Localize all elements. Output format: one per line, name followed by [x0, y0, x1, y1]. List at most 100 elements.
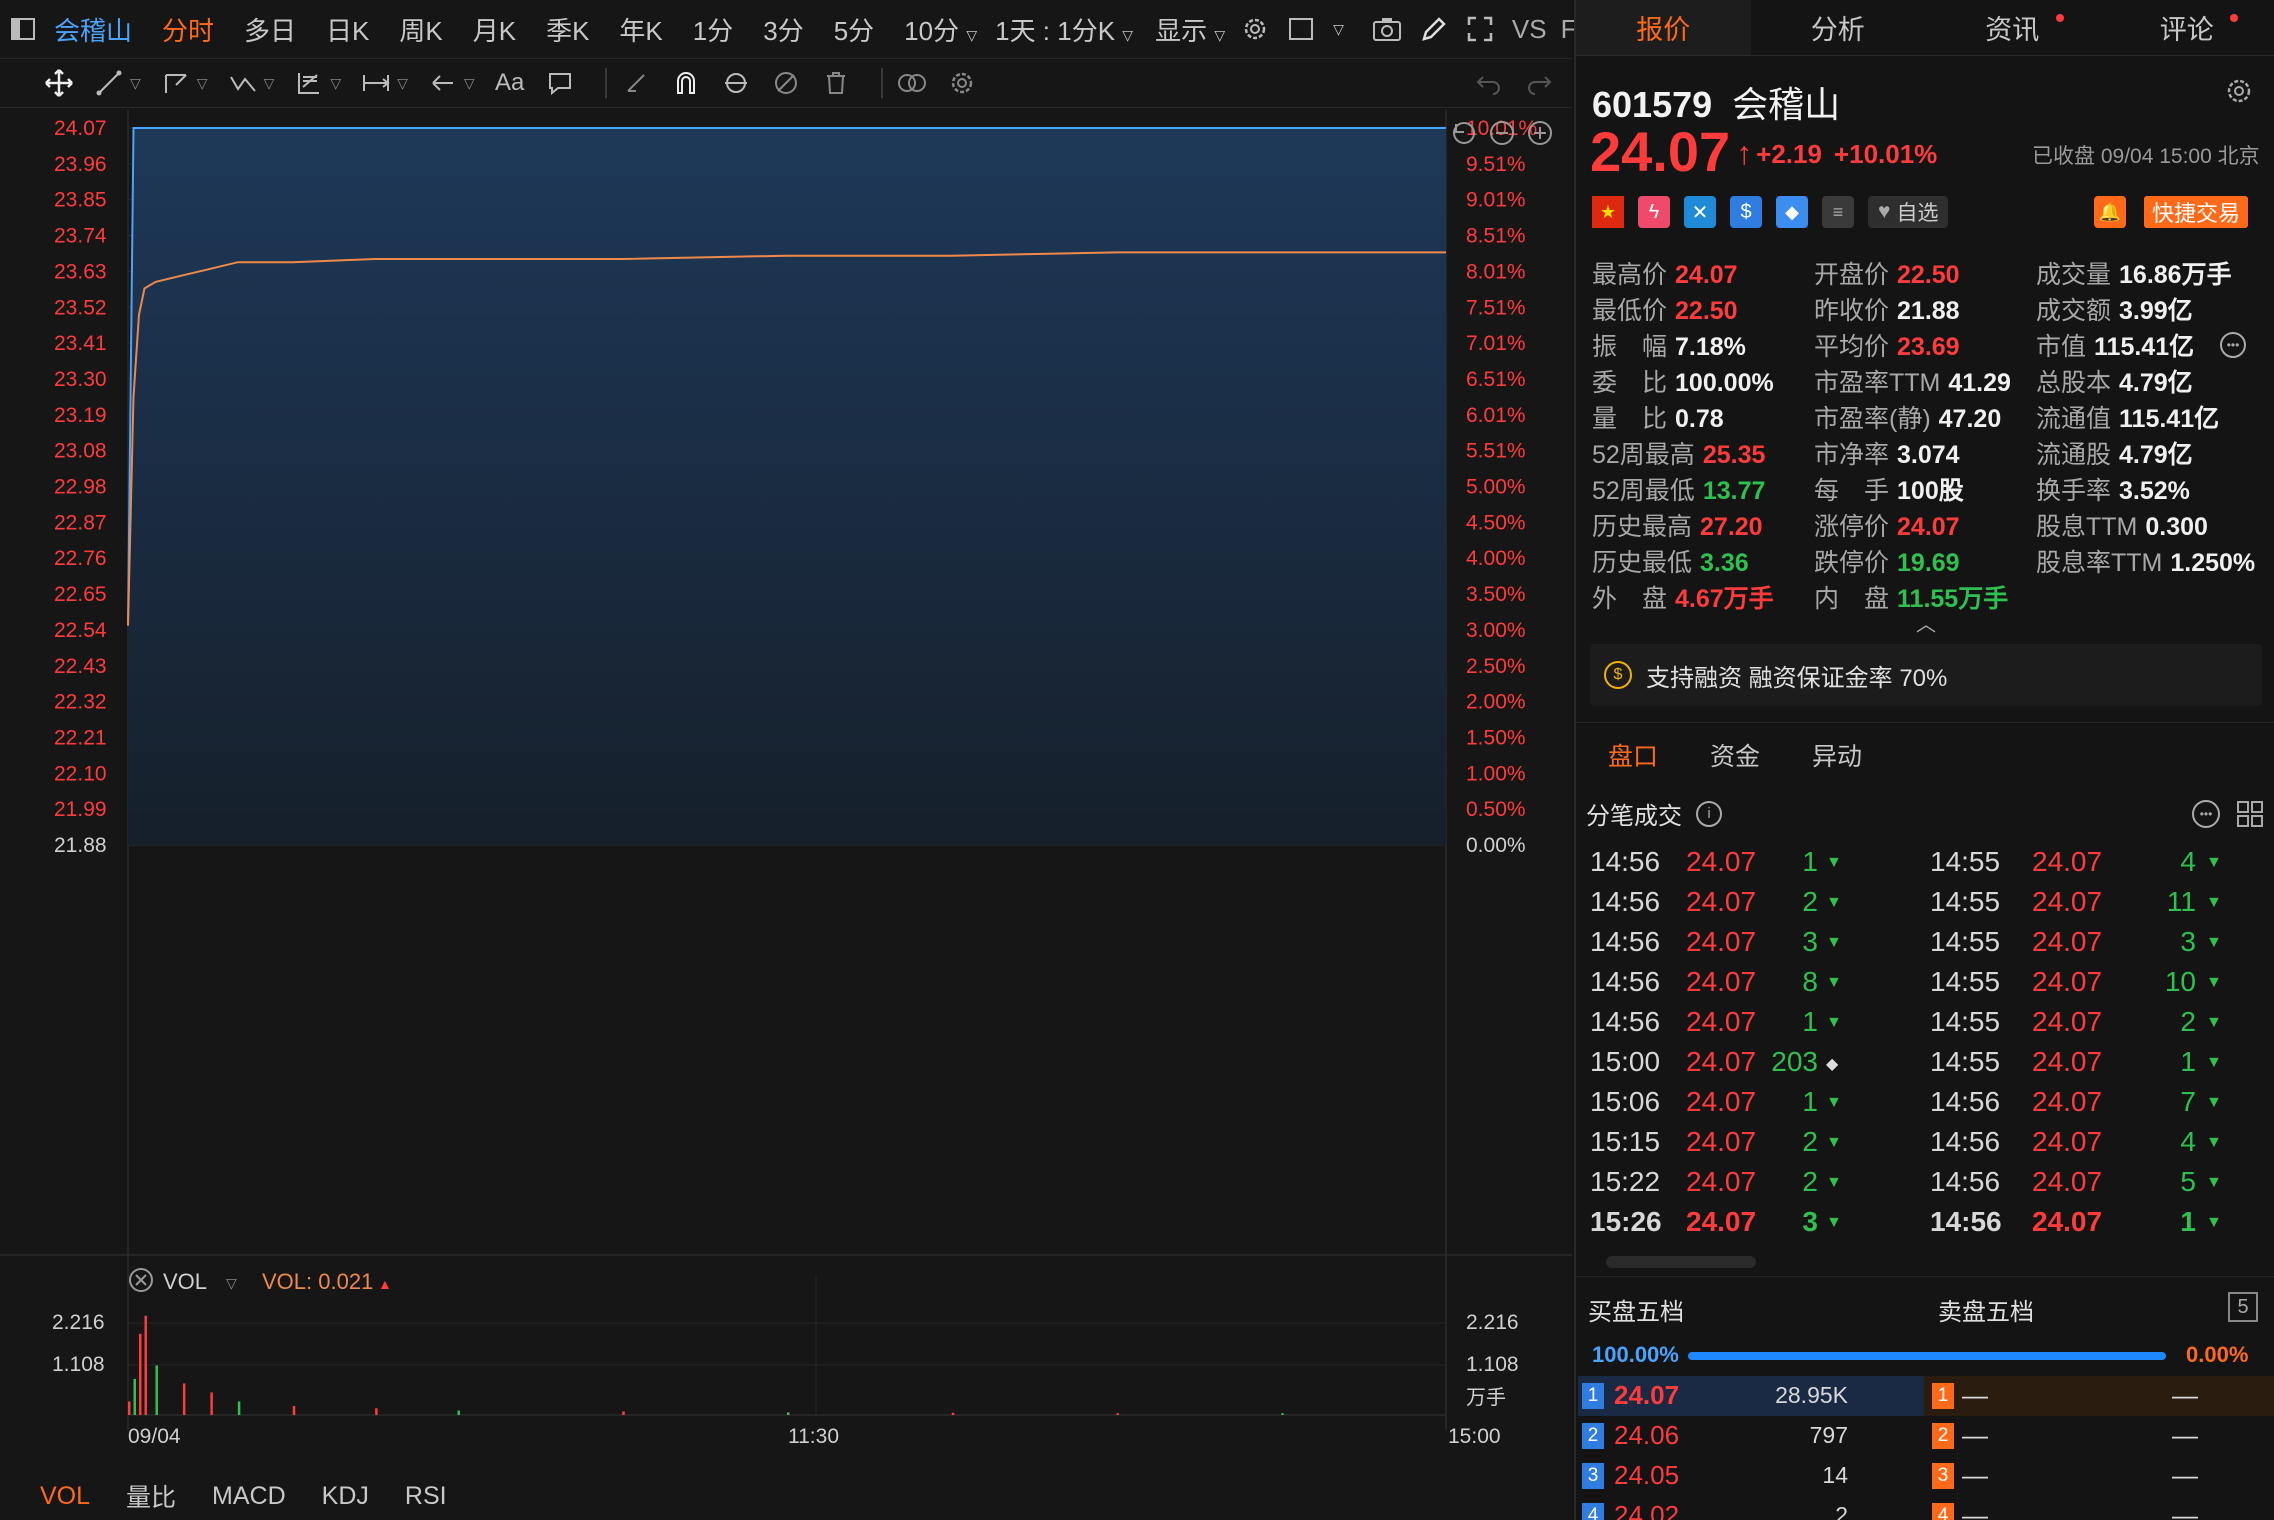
chevron-down-icon[interactable]: ▽	[330, 75, 341, 92]
channel-icon[interactable]	[159, 66, 193, 100]
vol-header: VOL ▽ VOL: 0.021 ▲	[129, 1268, 392, 1294]
sidebar-toggle-icon[interactable]	[10, 12, 36, 46]
tag-icon[interactable]: ◆	[1776, 196, 1808, 228]
favorite-label: 自选	[1896, 202, 1939, 225]
chevron-down-icon[interactable]: ▽	[197, 75, 208, 92]
tab-analysis[interactable]: 分析	[1751, 0, 1926, 55]
tab-news[interactable]: 资讯	[1925, 0, 2100, 55]
interval-select[interactable]: 1天 : 1分K ▽	[995, 11, 1133, 48]
tab-daily-k[interactable]: 日K	[326, 11, 369, 48]
tab-multi-day[interactable]: 多日	[244, 11, 296, 48]
fib-icon[interactable]	[292, 66, 326, 100]
book-row[interactable]: 4 24.02 2 4 — —	[1578, 1496, 2274, 1520]
camera-icon[interactable]	[1372, 12, 1402, 46]
quick-trade-button[interactable]: 快捷交易	[2144, 196, 2249, 228]
tab-anomaly[interactable]: 异动	[1812, 737, 1862, 773]
chevron-down-icon[interactable]: ▽	[397, 75, 408, 92]
gear-icon[interactable]	[1241, 12, 1269, 46]
connect-icon[interactable]: ✕	[1684, 196, 1716, 228]
margin-banner[interactable]: $ 支持融资 融资保证金率 70%	[1590, 644, 2262, 706]
tab-rsi[interactable]: RSI	[405, 1482, 447, 1511]
close-icon[interactable]	[129, 1268, 153, 1292]
x-axis-start: 09/04	[128, 1425, 181, 1448]
display-menu[interactable]: 显示 ▽	[1155, 11, 1225, 48]
collapse-icon[interactable]: ︿	[1916, 608, 1936, 637]
chevron-down-icon[interactable]: ▽	[264, 75, 275, 92]
more-icon[interactable]: •••	[2220, 332, 2246, 358]
tab-orderbook[interactable]: 盘口	[1608, 737, 1658, 773]
hide-drawing-icon[interactable]	[769, 66, 803, 100]
flash-icon[interactable]: ϟ	[1638, 196, 1670, 228]
measure-icon[interactable]	[359, 66, 393, 100]
trade-row: 15:26 24.07 3 14:56 24.07 1 ▼ ▼	[1578, 1206, 2274, 1246]
trades-scrollbar[interactable]	[1606, 1256, 1756, 1268]
chevron-down-icon[interactable]: ▽	[464, 75, 475, 92]
down-triangle-icon: ▼	[2206, 934, 2222, 951]
tab-10min[interactable]: 10分 ▽	[904, 11, 977, 48]
tab-quarterly-k[interactable]: 季K	[546, 11, 589, 48]
tab-kdj[interactable]: KDJ	[322, 1482, 369, 1511]
bid-level-badge: 2	[1582, 1423, 1604, 1449]
settings-icon[interactable]	[945, 66, 979, 100]
tab-intraday[interactable]: 分时	[162, 11, 214, 48]
document-icon[interactable]: ≡	[1822, 196, 1854, 228]
pencil-icon[interactable]	[1420, 12, 1448, 46]
trash-icon[interactable]	[819, 66, 853, 100]
tab-1min[interactable]: 1分	[693, 11, 733, 48]
redo-icon[interactable]	[1522, 66, 1556, 100]
trade-price: 24.07	[2032, 1206, 2103, 1237]
trade-volume: 1	[2180, 1206, 2196, 1237]
trade-volume: 11	[2166, 886, 2196, 917]
book-depth-button[interactable]: 5	[2228, 1292, 2258, 1322]
book-row[interactable]: 3 24.05 14 3 — —	[1578, 1456, 2274, 1496]
undo-icon[interactable]	[1472, 66, 1506, 100]
comment-icon[interactable]	[543, 66, 577, 100]
tab-macd[interactable]: MACD	[212, 1482, 286, 1511]
layout-icon[interactable]	[1287, 12, 1315, 46]
more-icon[interactable]: •••	[2192, 800, 2220, 828]
ask-book-title: 卖盘五档	[1938, 1299, 2034, 1326]
chevron-down-icon[interactable]: ▽	[130, 75, 141, 92]
tab-weekly-k[interactable]: 周K	[399, 11, 442, 48]
tab-quote[interactable]: 报价	[1576, 0, 1751, 55]
percent-tick: 5.51%	[1466, 440, 1526, 463]
vs-button[interactable]: VS	[1512, 14, 1547, 45]
tab-vol[interactable]: VOL	[40, 1482, 90, 1511]
trade-price: 24.07	[1686, 1086, 1757, 1117]
dollar-icon[interactable]: $	[1730, 196, 1762, 228]
tab-5min[interactable]: 5分	[834, 11, 874, 48]
tab-yearly-k[interactable]: 年K	[619, 11, 662, 48]
chart-canvas[interactable]: 24.07 23.96 23.85 23.74 23.63 23.52 23.41 23.30…	[0, 110, 1572, 1470]
bell-icon[interactable]: 🔔	[2094, 196, 2126, 228]
overlay-icon[interactable]	[895, 66, 929, 100]
settings-icon[interactable]	[2224, 76, 2254, 111]
percent-tick: 6.01%	[1466, 404, 1526, 427]
intraday-chart[interactable]: 24.07 23.96 23.85 23.74 23.63 23.52 23.41 23.30…	[0, 110, 1572, 1520]
book-row[interactable]: 1 24.07 28.95K 1 — —	[1578, 1376, 2274, 1416]
chevron-down-icon[interactable]: ▽	[1333, 21, 1344, 38]
grid-view-icon[interactable]	[2236, 800, 2264, 833]
wave-icon[interactable]	[226, 66, 260, 100]
tab-monthly-k[interactable]: 月K	[473, 11, 516, 48]
tab-comments[interactable]: 评论	[2100, 0, 2274, 55]
tab-capital[interactable]: 资金	[1710, 737, 1760, 773]
text-tool-icon[interactable]: Aa	[493, 66, 527, 100]
eraser-icon[interactable]	[619, 66, 653, 100]
move-icon[interactable]	[42, 66, 76, 100]
stat-value: 22.50	[1675, 297, 1738, 325]
trend-line-icon[interactable]	[92, 66, 126, 100]
volume-bar	[133, 1378, 136, 1415]
tab-volume-ratio[interactable]: 量比	[126, 1478, 176, 1514]
favorite-button[interactable]: ♥ 自选	[1868, 196, 1949, 228]
magnet-icon[interactable]	[669, 66, 703, 100]
stock-name-tab[interactable]: 会稽山	[54, 11, 132, 48]
arrow-icon[interactable]	[426, 66, 460, 100]
lock-drawing-icon[interactable]	[719, 66, 753, 100]
tab-3min[interactable]: 3分	[763, 11, 803, 48]
trade-volume: 1	[2180, 1046, 2196, 1077]
fullscreen-icon[interactable]	[1466, 12, 1494, 46]
book-row[interactable]: 2 24.06 797 2 — —	[1578, 1416, 2274, 1456]
trade-time: 14:56	[1930, 1206, 2002, 1237]
chevron-down-icon[interactable]: ▽	[226, 1275, 237, 1291]
info-icon[interactable]: i	[1696, 800, 1722, 827]
